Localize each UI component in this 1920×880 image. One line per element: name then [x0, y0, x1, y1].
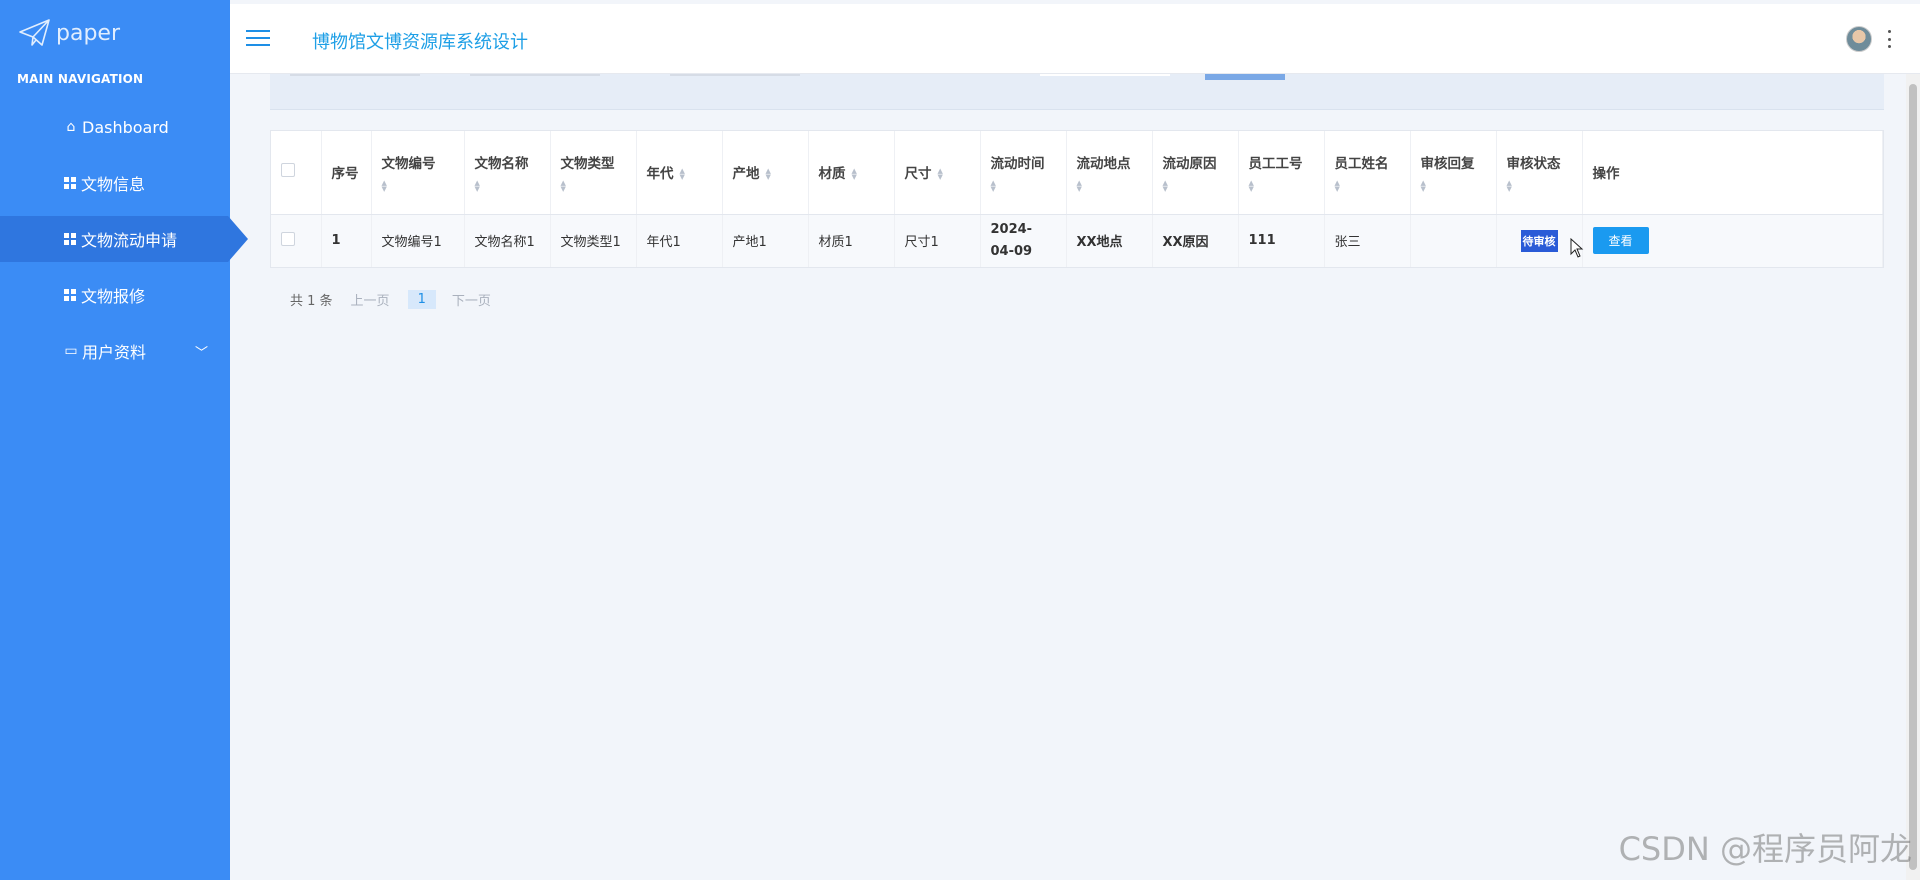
view-button[interactable]: 查看: [1592, 227, 1649, 255]
sidebar-item-label: 文物报修: [81, 287, 146, 306]
brand-name: paper: [56, 20, 120, 46]
grid-icon: [64, 233, 76, 245]
pagination: 共 1 条 上一页 1 下一页: [290, 290, 509, 309]
column-header[interactable]: 员工姓名 ▲ ▼: [1324, 131, 1411, 215]
column-header[interactable]: 年代 ▲ ▼: [636, 131, 723, 215]
search-area: [270, 74, 1884, 110]
column-header[interactable]: 流动地点 ▲ ▼: [1066, 131, 1153, 215]
mouse-cursor-icon: [1570, 238, 1584, 258]
column-header[interactable]: 产地 ▲ ▼: [722, 131, 809, 215]
sort-icon[interactable]: ▲ ▼: [1249, 180, 1314, 193]
search-field-edge: [1040, 74, 1170, 76]
sort-icon[interactable]: ▲ ▼: [1077, 180, 1142, 193]
brand-logo[interactable]: paper: [18, 18, 120, 48]
cell-type: 文物类型1: [550, 214, 637, 267]
sort-icon[interactable]: ▲ ▼: [475, 180, 540, 193]
sort-icon[interactable]: ▲ ▼: [680, 168, 685, 181]
sort-icon[interactable]: ▲ ▼: [766, 168, 771, 181]
sidebar-item-user-profile[interactable]: ▭ 用户资料 ﹀: [0, 328, 230, 374]
data-table: 序号 文物编号 ▲ ▼ 文物名称 ▲ ▼ 文物类型 ▲ ▼ 年代 ▲ ▼ 产地 ▲ ▼ 材质 ▲ ▼ 尺…: [270, 130, 1884, 268]
cell-index: 1: [321, 214, 372, 267]
search-button[interactable]: [1205, 74, 1285, 80]
search-field-edge: [470, 74, 600, 76]
cell-flow-reason: XX原因: [1152, 214, 1239, 267]
main-navigation-title: MAIN NAVIGATION: [17, 72, 144, 86]
sort-icon[interactable]: ▲ ▼: [1421, 180, 1486, 193]
cell-size: 尺寸1: [894, 214, 981, 267]
sidebar-item-label: 文物流动申请: [81, 231, 178, 250]
sort-icon[interactable]: ▲ ▼: [938, 168, 943, 181]
cell-staff-name: 张三: [1324, 214, 1411, 267]
column-header[interactable]: 文物类型 ▲ ▼: [550, 131, 637, 215]
sidebar: paper MAIN NAVIGATION ⌂ Dashboard 文物信息 文…: [0, 0, 248, 880]
column-header: 操作: [1582, 131, 1883, 215]
column-header[interactable]: 文物编号 ▲ ▼: [371, 131, 465, 215]
cell-code: 文物编号1: [371, 214, 465, 267]
sort-icon[interactable]: ▲ ▼: [991, 180, 1056, 193]
page-title: 博物馆文博资源库系统设计: [312, 32, 528, 53]
status-badge: 待审核: [1520, 229, 1558, 252]
column-header[interactable]: 审核状态 ▲ ▼: [1496, 131, 1583, 215]
search-field-edge: [670, 74, 800, 76]
sidebar-item-label: 用户资料: [82, 343, 147, 362]
sort-icon[interactable]: ▲ ▼: [852, 168, 857, 181]
cell-material: 材质1: [808, 214, 895, 267]
cell-flow-place: XX地点: [1066, 214, 1153, 267]
chevron-down-icon: ﹀: [194, 345, 208, 361]
cell-era: 年代1: [636, 214, 723, 267]
row-checkbox[interactable]: [281, 231, 295, 246]
grid-icon: [64, 289, 76, 301]
watermark: CSDN @程序员阿龙: [1618, 830, 1912, 868]
table-header-row: 序号 文物编号 ▲ ▼ 文物名称 ▲ ▼ 文物类型 ▲ ▼ 年代 ▲ ▼ 产地 ▲ ▼ 材质 ▲ ▼ 尺…: [271, 131, 1883, 215]
sidebar-item-relic-flow-request[interactable]: 文物流动申请: [0, 216, 248, 262]
cell-review-reply: [1410, 214, 1497, 267]
column-header[interactable]: 文物名称 ▲ ▼: [464, 131, 551, 215]
column-header[interactable]: 材质 ▲ ▼: [808, 131, 895, 215]
cell-origin: 产地1: [722, 214, 809, 267]
column-header[interactable]: 尺寸 ▲ ▼: [894, 131, 981, 215]
prev-page-button[interactable]: 上一页: [351, 290, 390, 309]
select-all-cell[interactable]: [271, 131, 322, 215]
pagination-total: 共 1 条: [290, 294, 333, 309]
paper-plane-icon: [19, 19, 50, 46]
column-header: 序号: [321, 131, 372, 215]
cell-name: 文物名称1: [464, 214, 551, 267]
sidebar-item-label: Dashboard: [82, 117, 169, 137]
sort-icon[interactable]: ▲ ▼: [382, 180, 454, 193]
grid-icon: [64, 177, 76, 189]
cell-flow-time: 2024-04-09: [980, 214, 1067, 267]
sidebar-item-relic-info[interactable]: 文物信息: [0, 160, 230, 206]
card-icon: ▭: [64, 343, 78, 359]
more-options-icon[interactable]: [1886, 30, 1892, 48]
next-page-button[interactable]: 下一页: [452, 290, 491, 309]
cell-action: 查看: [1582, 214, 1883, 267]
select-all-checkbox[interactable]: [281, 163, 295, 178]
sidebar-item-dashboard[interactable]: ⌂ Dashboard: [0, 104, 230, 150]
column-header[interactable]: 流动原因 ▲ ▼: [1152, 131, 1239, 215]
row-select-cell[interactable]: [271, 214, 322, 267]
column-header[interactable]: 流动时间 ▲ ▼: [980, 131, 1067, 215]
sort-icon[interactable]: ▲ ▼: [1163, 180, 1228, 193]
sort-icon[interactable]: ▲ ▼: [1507, 180, 1572, 193]
search-field-edge: [290, 74, 420, 76]
sidebar-item-label: 文物信息: [81, 175, 146, 194]
menu-toggle-icon[interactable]: [246, 30, 270, 48]
table-row[interactable]: 1 文物编号1 文物名称1 文物类型1 年代1 产地1 材质1 尺寸1 2024…: [271, 214, 1883, 267]
home-icon: ⌂: [66, 119, 76, 135]
column-header[interactable]: 员工工号 ▲ ▼: [1238, 131, 1325, 215]
top-bar: 博物馆文博资源库系统设计: [230, 4, 1920, 74]
sort-icon[interactable]: ▲ ▼: [561, 180, 626, 193]
page-number-current[interactable]: 1: [407, 290, 436, 309]
sidebar-item-relic-repair[interactable]: 文物报修: [0, 272, 230, 318]
cell-staff-no: 111: [1238, 214, 1325, 267]
avatar[interactable]: [1846, 26, 1872, 52]
scrollbar-thumb[interactable]: [1909, 84, 1917, 870]
column-header[interactable]: 审核回复 ▲ ▼: [1410, 131, 1497, 215]
sort-icon[interactable]: ▲ ▼: [1335, 180, 1400, 193]
vertical-scrollbar[interactable]: [1906, 74, 1920, 880]
